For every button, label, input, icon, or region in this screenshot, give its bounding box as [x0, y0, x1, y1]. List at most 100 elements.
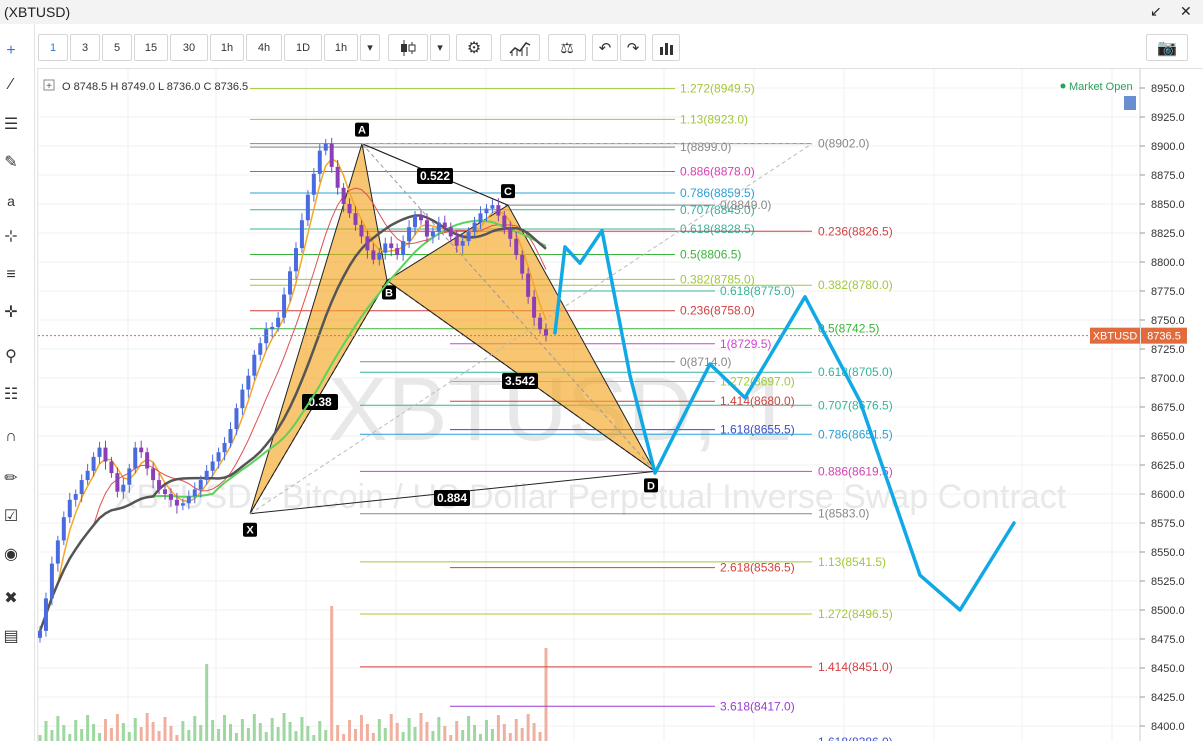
- volume-bar-5: [68, 734, 72, 741]
- volume-bar-14: [121, 723, 125, 741]
- fib-label-16: 3.618(8417.0): [720, 699, 795, 713]
- candle-body-68: [442, 222, 447, 228]
- candle-body-84: [538, 317, 543, 330]
- scale-toggle-icon[interactable]: [1124, 96, 1136, 110]
- candle-body-6: [73, 494, 78, 500]
- volume-bar-36: [252, 714, 256, 741]
- volume-bar-1: [44, 721, 48, 741]
- volume-bar-10: [98, 733, 102, 741]
- fib-label-2: 1(8899.0): [680, 140, 731, 154]
- candle-body-13: [115, 473, 120, 492]
- volume-bar-58: [383, 728, 387, 741]
- candle-body-63: [413, 215, 418, 228]
- pattern-point-B: B: [385, 288, 393, 300]
- candle-body-16: [133, 447, 138, 469]
- ratio-label-3: 0.884: [437, 491, 467, 505]
- candle-body-85: [544, 329, 548, 336]
- fib-label-3: 0.886(8878.0): [680, 165, 755, 179]
- chart-overlay: + O 8748.5 H 8749.0 L 8736.0 C 8736.5 Ma…: [43, 79, 1136, 110]
- candle-body-55: [365, 236, 370, 251]
- volume-bar-79: [508, 733, 512, 741]
- volume-bar-83: [532, 723, 536, 741]
- volume-bar-0: [38, 735, 42, 741]
- price-tag-value: 8736.5: [1147, 331, 1181, 343]
- fib-label-19: 0.236(8826.5): [818, 224, 893, 238]
- candle-body-22: [168, 494, 173, 500]
- candle-body-17: [139, 447, 144, 453]
- fib-label-31: 1.618(8386.0): [818, 735, 893, 741]
- fib-label-13: 1.414(8680.0): [720, 394, 795, 408]
- volume-bar-47: [318, 721, 322, 741]
- candle-body-45: [305, 194, 310, 221]
- fib-label-29: 1.272(8496.5): [818, 607, 893, 621]
- pattern-point-C: C: [504, 186, 512, 198]
- candle-body-29: [210, 461, 215, 471]
- volume-bar-7: [80, 729, 84, 741]
- candle-body-65: [424, 220, 429, 237]
- volume-bar-29: [211, 720, 215, 741]
- volume-bar-8: [86, 715, 90, 741]
- fib-label-24: 0.707(8676.5): [818, 398, 893, 412]
- volume-bar-20: [157, 731, 161, 741]
- tick-label-8475: 8475.0: [1151, 634, 1185, 646]
- volume-bar-26: [193, 716, 197, 741]
- candle-body-69: [448, 227, 453, 237]
- candle-body-3: [55, 540, 60, 564]
- volume-bar-2: [50, 730, 54, 741]
- volume-bar-72: [467, 716, 471, 741]
- candle-body-27: [198, 480, 203, 490]
- tick-label-8550: 8550.0: [1151, 547, 1185, 559]
- fib-label-6: 0.618(8828.5): [680, 222, 755, 236]
- candle-body-9: [91, 456, 96, 471]
- candle-body-26: [192, 489, 197, 497]
- volume-bar-75: [484, 720, 488, 741]
- candle-body-62: [407, 227, 412, 242]
- volume-bars: [38, 606, 548, 741]
- tick-label-8500: 8500.0: [1151, 605, 1185, 617]
- volume-bar-45: [306, 726, 310, 741]
- volume-bar-15: [127, 732, 131, 741]
- volume-bar-25: [187, 730, 191, 741]
- candle-body-25: [186, 496, 191, 504]
- volume-bar-38: [264, 732, 268, 741]
- candle-body-82: [526, 273, 531, 297]
- volume-bar-64: [419, 713, 423, 741]
- candle-body-38: [264, 329, 269, 344]
- volume-bar-6: [74, 720, 78, 741]
- candle-body-83: [532, 296, 537, 318]
- volume-bar-11: [103, 719, 107, 741]
- candle-body-19: [151, 468, 156, 481]
- tick-label-8825: 8825.0: [1151, 228, 1185, 240]
- volume-bar-17: [139, 727, 143, 741]
- volume-bar-37: [258, 723, 262, 741]
- candle-body-20: [157, 480, 162, 490]
- candle-body-66: [430, 231, 435, 237]
- tick-label-8900: 8900.0: [1151, 141, 1185, 153]
- ratio-label-0: 0.522: [420, 169, 450, 183]
- fib-label-21: 0.618(8775.0): [720, 284, 795, 298]
- fib-label-30: 1.414(8451.0): [818, 660, 893, 674]
- tick-label-8425: 8425.0: [1151, 692, 1185, 704]
- candle-body-48: [323, 143, 328, 151]
- fib-label-18: 0(8849.0): [720, 198, 771, 212]
- tick-label-8700: 8700.0: [1151, 373, 1185, 385]
- tick-label-8575: 8575.0: [1151, 518, 1185, 530]
- candle-body-8: [85, 470, 90, 481]
- candle-body-0: [38, 630, 42, 638]
- tick-label-8675: 8675.0: [1151, 402, 1185, 414]
- candle-body-51: [341, 187, 346, 204]
- volume-bar-76: [490, 729, 494, 741]
- candle-body-50: [335, 166, 340, 188]
- candle-body-2: [49, 563, 54, 599]
- market-status-dot: [1060, 83, 1066, 89]
- volume-bar-40: [276, 727, 280, 741]
- candle-body-73: [472, 222, 477, 232]
- candle-body-35: [246, 375, 251, 390]
- fib-label-7: 0.5(8806.5): [680, 247, 741, 261]
- tick-label-8450: 8450.0: [1151, 663, 1185, 675]
- volume-bar-84: [538, 732, 542, 741]
- volume-bar-28: [205, 664, 209, 741]
- price-chart[interactable]: XBTUSD, 1 XBTUSD - Bitcoin / US Dollar P…: [0, 0, 1203, 741]
- volume-bar-61: [401, 732, 405, 741]
- pattern-point-A: A: [358, 125, 366, 137]
